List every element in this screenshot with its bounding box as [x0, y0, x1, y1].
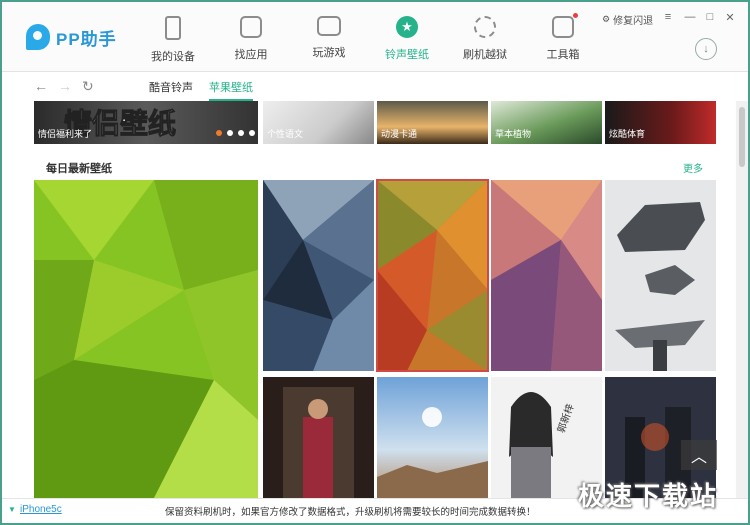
scroll-thumb[interactable] — [739, 107, 745, 167]
banner-sports[interactable]: 炫酷体育 — [605, 101, 716, 144]
wallpaper-tile[interactable] — [34, 180, 258, 498]
banner-plants[interactable]: 草本植物 — [491, 101, 602, 144]
blue-polygon-wallpaper — [263, 180, 374, 371]
app-name: PP助手 — [56, 29, 117, 49]
download-manager-icon[interactable]: ↓ — [695, 38, 717, 60]
banner-caption: 情侣福利来了 — [38, 129, 93, 139]
green-polygon-wallpaper — [34, 180, 258, 498]
car-wallpaper — [605, 180, 716, 371]
wallpaper-content: 情侣壁纸 情侣福利来了 个性语文 动漫卡通 草本植物 炫酷体育 每日最新壁纸 更… — [2, 101, 736, 498]
nav-label: 我的设备 — [151, 51, 195, 63]
status-notice-text: 保留资料刷机时，如果官方修改了数据格式，升级刷机将需要较长的时间完成数据转换！ — [165, 507, 536, 518]
carousel-dot[interactable] — [249, 130, 255, 136]
app-logo[interactable]: PP助手 — [26, 24, 117, 50]
man-in-suit-wallpaper — [263, 377, 374, 498]
device-caret-icon[interactable]: ▼ — [8, 505, 16, 514]
nav-games[interactable]: 玩游戏 — [290, 10, 368, 66]
back-arrow-icon[interactable]: ← — [34, 78, 48, 94]
minimize-button[interactable]: — — [684, 11, 696, 23]
toolbox-icon — [552, 13, 578, 38]
banner-personal[interactable]: 个性语文 — [263, 101, 374, 144]
carousel-dot[interactable] — [227, 130, 233, 136]
wallpaper-tile[interactable] — [263, 180, 374, 371]
wrench-icon: ⚙ — [602, 14, 611, 24]
section-title: 每日最新壁纸 — [46, 163, 112, 175]
nav-label: 工具箱 — [546, 49, 580, 61]
watermark-text: 极速下载站 — [578, 481, 719, 511]
app-window: PP助手 我的设备 找应用 玩游戏 ★ 铃声壁纸 刷机越狱 工具箱 ⚙ 修复闪退… — [0, 0, 750, 525]
wallpaper-tile[interactable] — [605, 180, 716, 371]
nav-label: 铃声壁纸 — [385, 49, 429, 61]
carousel-dot[interactable] — [216, 130, 222, 136]
pp-logo-icon — [26, 24, 50, 50]
notification-dot — [573, 13, 578, 18]
more-link[interactable]: 更多 — [683, 160, 703, 175]
purple-polygon-wallpaper — [491, 180, 602, 371]
banner-anime[interactable]: 动漫卡通 — [377, 101, 488, 144]
sub-toolbar: ← → ↻ 酷音铃声 苹果壁纸 — [2, 73, 748, 101]
banner-couples[interactable]: 情侣壁纸 情侣福利来了 — [34, 101, 258, 144]
maximize-button[interactable]: □ — [704, 11, 716, 23]
repair-label: 修复闪退 — [613, 16, 654, 27]
close-button[interactable]: ✕ — [724, 11, 736, 24]
carousel-dot[interactable] — [238, 130, 244, 136]
nav-flash-jailbreak[interactable]: 刷机越狱 — [446, 10, 524, 66]
bag-icon — [240, 16, 262, 38]
carousel-dots — [216, 130, 255, 136]
main-nav: 我的设备 找应用 玩游戏 ★ 铃声壁纸 刷机越狱 工具箱 — [134, 10, 602, 66]
tab-apple-wallpapers[interactable]: 苹果壁纸 — [209, 79, 253, 101]
nav-ringtones-wallpapers[interactable]: ★ 铃声壁纸 — [368, 10, 446, 66]
nav-toolbox[interactable]: 工具箱 — [524, 10, 602, 66]
orange-polygon-wallpaper — [377, 180, 488, 371]
nav-label: 刷机越狱 — [463, 49, 507, 61]
connected-device-link[interactable]: iPhone5c — [20, 504, 62, 515]
tab-ringtones[interactable]: 酷音铃声 — [149, 79, 193, 95]
wallpaper-tile-selected[interactable] — [376, 179, 489, 372]
wallpaper-tile[interactable] — [263, 377, 374, 498]
phone-icon — [165, 16, 181, 40]
gamepad-icon — [317, 16, 341, 36]
repair-crash-button[interactable]: ⚙ 修复闪退 — [602, 12, 653, 27]
star-icon: ★ — [396, 16, 418, 38]
nav-label: 找应用 — [234, 49, 268, 61]
banner-caption: 动漫卡通 — [381, 129, 418, 139]
refresh-icon — [474, 16, 496, 38]
nav-label: 玩游戏 — [312, 47, 346, 59]
nav-find-apps[interactable]: 找应用 — [212, 10, 290, 66]
status-notice: 保留资料刷机时，如果官方修改了数据格式，升级刷机将需要较长的时间完成数据转换！ — [165, 504, 536, 518]
back-to-top-button[interactable]: ︿ — [681, 440, 717, 470]
banner-caption: 个性语文 — [267, 129, 304, 139]
wallpaper-tile[interactable] — [377, 377, 488, 498]
banner-caption: 炫酷体育 — [609, 129, 646, 139]
banner-caption: 草本植物 — [495, 129, 532, 139]
menu-button[interactable]: ≡ — [662, 11, 674, 23]
refresh-icon[interactable]: ↻ — [82, 78, 94, 95]
nav-my-device[interactable]: 我的设备 — [134, 10, 212, 66]
vertical-scrollbar[interactable] — [736, 101, 748, 498]
sky-landscape-wallpaper — [377, 377, 488, 498]
top-navigation-bar: PP助手 我的设备 找应用 玩游戏 ★ 铃声壁纸 刷机越狱 工具箱 ⚙ 修复闪退… — [2, 2, 748, 72]
wallpaper-tile[interactable] — [491, 180, 602, 371]
forward-arrow-icon[interactable]: → — [58, 78, 72, 94]
